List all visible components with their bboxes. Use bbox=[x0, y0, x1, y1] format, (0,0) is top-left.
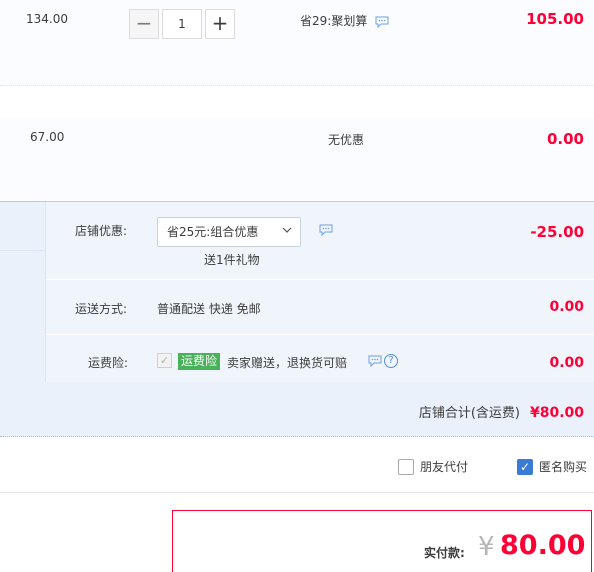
item-promo-text: 省29:聚划算 bbox=[300, 14, 368, 28]
gift-text: 送1件礼物 bbox=[204, 253, 260, 267]
shipping-label: 运送方式: bbox=[75, 302, 128, 316]
payment-amount: 80.00 bbox=[500, 530, 586, 561]
anonymous-checkbox[interactable]: ✓ bbox=[517, 458, 533, 475]
friend-pay-label: 朋友代付 bbox=[420, 460, 469, 474]
quantity-stepper: − 1 + bbox=[129, 9, 235, 39]
cart-item-row: 67.00 无优惠 0.00 bbox=[0, 118, 594, 200]
item-promo-text: 无优惠 bbox=[328, 133, 365, 147]
insurance-checkbox[interactable]: ✓ bbox=[157, 353, 172, 368]
speech-bubble-icon[interactable] bbox=[375, 16, 389, 29]
anonymous-label: 匿名购买 bbox=[539, 460, 588, 474]
shop-total-value: ¥80.00 bbox=[529, 405, 584, 421]
chevron-down-icon bbox=[282, 227, 292, 233]
quantity-input[interactable]: 1 bbox=[162, 9, 202, 39]
insurance-amount: 0.00 bbox=[549, 355, 584, 371]
item-subtotal: 105.00 bbox=[526, 10, 584, 28]
question-icon[interactable]: ? bbox=[384, 354, 398, 368]
item-promo: 省29:聚划算 bbox=[300, 12, 389, 29]
shop-summary-panel: 店铺优惠: 省25元:组合优惠 送1件礼物 -25.00 运送方式: 普通配送 … bbox=[0, 201, 594, 437]
friend-pay-checkbox[interactable] bbox=[398, 458, 414, 475]
increase-quantity-button[interactable]: + bbox=[205, 9, 235, 39]
insurance-text: 卖家赠送，退换货可赔 bbox=[227, 356, 348, 370]
panel-left-column bbox=[0, 202, 46, 382]
shipping-amount: 0.00 bbox=[549, 299, 584, 315]
divider bbox=[0, 492, 594, 493]
decrease-quantity-button[interactable]: − bbox=[129, 9, 159, 39]
payment-currency: ¥ bbox=[478, 532, 495, 562]
unit-price: 67.00 bbox=[30, 130, 65, 144]
cart-item-row: 134.00 − 1 + 省29:聚划算 105.00 bbox=[0, 0, 594, 86]
shop-total-label: 店铺合计(含运费) bbox=[418, 406, 520, 421]
payment-label: 实付款: bbox=[424, 546, 465, 560]
shop-coupon-selected: 省25元:组合优惠 bbox=[167, 225, 259, 239]
unit-price: 134.00 bbox=[26, 12, 68, 26]
insurance-badge: 运费险 bbox=[178, 353, 221, 370]
speech-bubble-icon[interactable] bbox=[368, 355, 382, 367]
friend-pay-option[interactable]: 朋友代付 bbox=[398, 458, 468, 475]
anonymous-option[interactable]: ✓ 匿名购买 bbox=[517, 458, 587, 475]
coupon-amount: -25.00 bbox=[530, 223, 584, 241]
insurance-label: 运费险: bbox=[88, 356, 129, 370]
insurance-info-icons: ? bbox=[368, 354, 398, 368]
shop-coupon-select[interactable]: 省25元:组合优惠 bbox=[157, 217, 301, 247]
item-subtotal: 0.00 bbox=[546, 130, 584, 148]
speech-bubble-icon[interactable] bbox=[319, 224, 333, 236]
shipping-method: 普通配送 快递 免邮 bbox=[157, 302, 261, 316]
shop-total: 店铺合计(含运费) ¥80.00 bbox=[419, 402, 584, 421]
shop-coupon-label: 店铺优惠: bbox=[75, 224, 128, 238]
